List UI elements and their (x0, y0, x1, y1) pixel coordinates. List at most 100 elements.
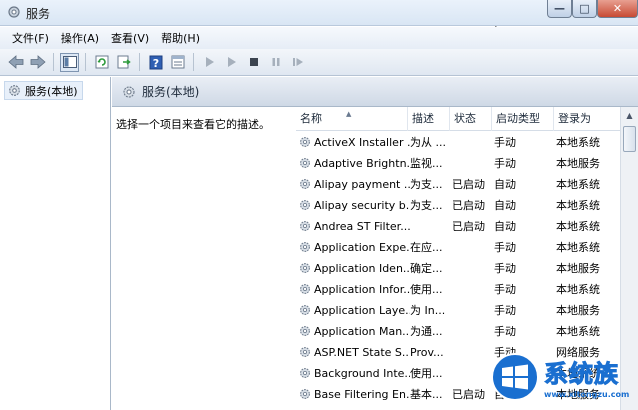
table-row[interactable]: Adaptive Brightn... 监视... 手动 本地服务 (296, 153, 632, 174)
stop-service-button[interactable] (244, 53, 263, 72)
table-row[interactable]: Application Infor... 使用... 手动 本地系统 (296, 279, 632, 300)
show-hide-tree-button[interactable] (60, 52, 79, 72)
stop-service-icon (249, 58, 258, 66)
cell-description: 为支... (410, 199, 443, 212)
toolbar-separator (53, 53, 54, 71)
watermark-url: www.xitongzu.com (544, 390, 630, 399)
help-icon: ? (149, 55, 162, 70)
help-button[interactable]: ? (146, 53, 165, 72)
forward-arrow-icon (30, 55, 46, 69)
cell-description: 确定... (410, 262, 443, 275)
column-header-startup-type[interactable]: 启动类型 (492, 107, 554, 131)
cell-name: Application Infor... (314, 283, 410, 296)
cell-name: Alipay security b... (314, 199, 410, 212)
forward-button[interactable] (28, 53, 47, 72)
cell-description: 使用... (410, 283, 443, 296)
service-gear-icon (299, 136, 311, 151)
menu-bar: 文件(F) 操作(A) 查看(V) 帮助(H) (0, 27, 638, 49)
watermark: 系统族 www.xitongzu.com (486, 346, 638, 410)
restart-service-button[interactable] (288, 53, 307, 72)
cell-log-on-as: 本地系统 (556, 283, 600, 296)
pane-header-title: 服务(本地) (142, 85, 200, 99)
tree-item-label: 服务(本地) (25, 84, 78, 98)
close-button[interactable]: ✕ (597, 0, 638, 18)
cell-startup-type: 手动 (494, 241, 516, 254)
table-row[interactable]: Application Expe... 在应... 手动 本地系统 (296, 237, 632, 258)
menu-help[interactable]: 帮助(H) (155, 30, 206, 46)
cell-name: Alipay payment ... (314, 178, 410, 191)
pause-service-button[interactable] (266, 53, 285, 72)
cell-status (452, 153, 492, 174)
service-gear-icon (299, 220, 311, 235)
cell-log-on-as: 本地系统 (556, 241, 600, 254)
services-gear-icon (123, 85, 135, 98)
properties-icon (171, 55, 184, 69)
menu-action[interactable]: 操作(A) (55, 30, 105, 46)
cell-name: Andrea ST Filter... (314, 220, 410, 233)
service-description: 选择一个项目来查看它的描述。 (116, 118, 270, 131)
table-row[interactable]: ActiveX Installer ... 为从 ... 手动 本地系统 (296, 132, 632, 153)
table-row[interactable]: Alipay payment ... 为支... 已启动 自动 本地系统 (296, 174, 632, 195)
service-gear-icon (299, 199, 311, 214)
column-header-description[interactable]: 描述 (408, 107, 450, 131)
cell-status (452, 300, 492, 321)
cell-name: Base Filtering En... (314, 388, 410, 401)
cell-startup-type: 手动 (494, 136, 516, 149)
tree-item-services-local[interactable]: 服务(本地) (4, 81, 83, 100)
back-button[interactable] (6, 53, 25, 72)
scroll-thumb[interactable] (623, 126, 636, 152)
cell-log-on-as: 本地系统 (556, 136, 600, 149)
table-row[interactable]: Application Laye... 为 In... 手动 本地服务 (296, 300, 632, 321)
maximize-button[interactable]: □ (572, 0, 597, 18)
table-row[interactable]: Application Iden... 确定... 手动 本地服务 (296, 258, 632, 279)
sort-ascending-icon: ▲ (346, 110, 352, 118)
minimize-button[interactable]: — (547, 0, 572, 18)
column-header-status[interactable]: 状态 (450, 107, 492, 131)
table-row[interactable]: Application Man... 为通... 手动 本地系统 (296, 321, 632, 342)
service-gear-icon (299, 241, 311, 256)
cell-log-on-as: 本地服务 (556, 262, 600, 275)
start-service-icon (205, 57, 214, 67)
toolbar-separator (139, 53, 140, 71)
start-service-alt-icon (227, 57, 236, 67)
cell-startup-type: 手动 (494, 304, 516, 317)
cell-startup-type: 手动 (494, 262, 516, 275)
windows-logo-icon (491, 353, 539, 401)
menu-file[interactable]: 文件(F) (6, 30, 55, 46)
column-header-name[interactable]: ▲ 名称 (296, 107, 408, 131)
export-list-button[interactable] (114, 53, 133, 72)
cell-log-on-as: 本地系统 (556, 178, 600, 191)
services-gear-icon (9, 85, 20, 96)
properties-button[interactable] (168, 53, 187, 72)
cell-name: Application Iden... (314, 262, 410, 275)
cell-startup-type: 自动 (494, 220, 516, 233)
table-header: ▲ 名称 描述 状态 启动类型 登录为 (296, 107, 632, 131)
close-icon: ✕ (612, 2, 623, 15)
minimize-icon: — (554, 2, 565, 15)
cell-description: 为从 ... (410, 136, 446, 149)
refresh-button[interactable] (92, 53, 111, 72)
cell-description: 基本... (410, 388, 443, 401)
scroll-up-arrow-icon[interactable]: ▲ (621, 107, 638, 124)
service-gear-icon (299, 346, 311, 361)
table-row[interactable]: Alipay security b... 为支... 已启动 自动 本地系统 (296, 195, 632, 216)
cell-description: 监视... (410, 157, 443, 170)
service-gear-icon (299, 325, 311, 340)
svg-text:?: ? (152, 57, 158, 70)
cell-status: 已启动 (452, 199, 485, 212)
window-title: 服务 (26, 7, 51, 21)
cell-startup-type: 自动 (494, 199, 516, 212)
cell-name: Adaptive Brightn... (314, 157, 410, 170)
service-gear-icon (299, 178, 311, 193)
column-label: 描述 (412, 112, 434, 125)
cell-description: 为 In... (410, 304, 446, 317)
cell-status (452, 237, 492, 258)
start-service-button[interactable] (200, 53, 219, 72)
cell-name: ActiveX Installer ... (314, 136, 410, 149)
maximize-icon: □ (579, 2, 590, 15)
menu-view[interactable]: 查看(V) (105, 30, 155, 46)
cell-description (410, 216, 450, 237)
start-service-alt-button[interactable] (222, 53, 241, 72)
table-row[interactable]: Andrea ST Filter... 已启动 自动 本地系统 (296, 216, 632, 237)
cell-description: 为支... (410, 178, 443, 191)
